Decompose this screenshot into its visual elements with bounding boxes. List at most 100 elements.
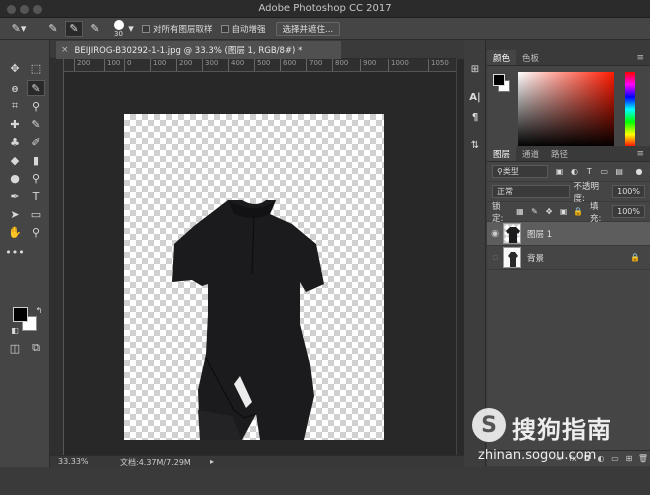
pixel-filter-icon[interactable]: ▣ <box>554 166 566 178</box>
lock-artboard-icon[interactable]: ▣ <box>558 206 570 218</box>
select-and-mask-button[interactable]: 选择并遮住... <box>275 21 341 36</box>
history-panel-icon[interactable]: ⊞ <box>466 60 484 78</box>
quick-mask-icon[interactable]: ◫ <box>6 340 24 356</box>
layer-row[interactable]: ◉ 图层 1 <box>487 222 650 246</box>
lock-position-icon[interactable]: ✥ <box>543 206 555 218</box>
tshirt-thumbnail <box>506 227 520 243</box>
eraser-tool-icon[interactable]: ◆ <box>6 152 24 168</box>
panel-menu-icon[interactable]: ≡ <box>636 149 644 159</box>
adjustment-filter-icon[interactable]: ◐ <box>569 166 581 178</box>
marquee-tool-icon[interactable]: ⬚ <box>27 60 45 76</box>
window-title: Adobe Photoshop CC 2017 <box>258 3 392 14</box>
foreground-color-swatch[interactable] <box>13 307 28 322</box>
brush-dot-icon <box>114 19 124 30</box>
sample-all-layers-checkbox[interactable] <box>142 24 150 33</box>
lock-image-icon[interactable]: ✎ <box>529 206 541 218</box>
more-tools-icon[interactable]: ••• <box>5 244 24 260</box>
panel-menu-icon[interactable]: ≡ <box>636 53 644 63</box>
options-bar: ✎▾ ✎ ✎ ✎ 30 ▾ 对所有图层取样 自动增强 选择并遮住... <box>0 18 650 40</box>
tool-preset-picker[interactable]: ✎▾ <box>10 21 28 37</box>
blend-mode-dropdown[interactable]: 正常 <box>492 185 570 198</box>
ruler-tick: 200 <box>74 59 90 71</box>
crop-tool-icon[interactable]: ⌗ <box>6 98 24 114</box>
visibility-eye-icon[interactable]: ◉ <box>487 229 503 239</box>
hand-tool-icon[interactable]: ✋ <box>6 224 24 240</box>
subtract-from-selection-brush-icon[interactable]: ✎ <box>86 21 104 37</box>
vertical-scrollbar[interactable] <box>456 59 464 455</box>
fill-field[interactable]: 100% <box>612 205 645 218</box>
tab-channels[interactable]: 通道 <box>516 146 545 161</box>
tools-panel: ✥ ⬚ ɵ ✎ ⌗ ⚲ ✚ ✎ ♣ ✐ ◆ ▮ ● ⚲ ✒ T ➤ ▭ ✋ ⚲ … <box>0 40 50 485</box>
dodge-tool-icon[interactable]: ⚲ <box>27 170 45 186</box>
sogou-logo-icon: S <box>472 408 506 442</box>
lock-all-icon[interactable]: 🔒 <box>572 206 584 218</box>
layer-name[interactable]: 图层 1 <box>527 228 552 240</box>
add-to-selection-brush-icon[interactable]: ✎ <box>65 20 83 37</box>
rectangle-tool-icon[interactable]: ▭ <box>27 206 45 222</box>
visibility-eye-icon[interactable]: ▫ <box>487 253 503 263</box>
ruler-tick: 1000 <box>388 59 409 71</box>
default-colors-icon[interactable]: ◧ <box>6 322 24 338</box>
swap-colors-icon[interactable]: ↰ <box>30 302 48 318</box>
foreground-color-swatch[interactable] <box>493 74 505 86</box>
tab-layers[interactable]: 图层 <box>487 146 517 161</box>
path-selection-icon[interactable]: ➤ <box>6 206 24 222</box>
canvas-area[interactable] <box>64 72 456 455</box>
lasso-tool-icon[interactable]: ɵ <box>6 80 24 96</box>
tab-color[interactable]: 颜色 <box>487 50 517 65</box>
status-menu-arrow-icon[interactable]: ▸ <box>210 457 214 466</box>
smart-object-filter-icon[interactable]: ▤ <box>613 166 625 178</box>
ruler-tick: 100 <box>104 59 120 71</box>
lock-transparent-icon[interactable]: ▦ <box>514 206 526 218</box>
layers-panel-tabs: 图层 通道 路径 ≡ <box>487 146 650 162</box>
zoom-tool-icon[interactable]: ⚲ <box>27 224 45 240</box>
screen-mode-icon[interactable]: ⧉ <box>27 340 45 356</box>
title-bar: Adobe Photoshop CC 2017 <box>0 0 650 18</box>
clone-stamp-icon[interactable]: ♣ <box>6 134 24 150</box>
gradient-tool-icon[interactable]: ▮ <box>27 152 45 168</box>
ruler-tick: 1050 <box>428 59 449 71</box>
zoom-level[interactable]: 33.33% <box>58 457 89 466</box>
eyedropper-tool-icon[interactable]: ⚲ <box>27 98 45 114</box>
adjustments-panel-icon[interactable]: ⇅ <box>466 136 484 154</box>
type-tool-icon[interactable]: T <box>27 188 45 204</box>
lock-icon: 🔒 <box>630 253 640 262</box>
healing-brush-icon[interactable]: ✚ <box>6 116 24 132</box>
vertical-ruler <box>50 59 64 455</box>
filter-kind-dropdown[interactable]: ⚲ 类型 <box>492 165 548 178</box>
auto-enhance-checkbox[interactable] <box>220 24 229 33</box>
history-brush-icon[interactable]: ✐ <box>27 134 45 150</box>
tab-swatches[interactable]: 色板 <box>516 50 545 65</box>
ruler-tick: 0 <box>124 59 131 71</box>
pen-tool-icon[interactable]: ✒ <box>6 188 24 204</box>
blend-mode-value: 正常 <box>497 187 513 196</box>
brush-size-picker[interactable]: 30 <box>112 19 126 39</box>
hue-slider[interactable] <box>625 72 635 147</box>
tab-paths[interactable]: 路径 <box>545 146 574 161</box>
document-tab[interactable]: × BEIJIROG-B30292-1-1.jpg @ 33.3% (图层 1,… <box>56 41 341 59</box>
close-tab-icon[interactable]: × <box>61 45 69 55</box>
layer-name[interactable]: 背景 <box>527 252 544 264</box>
layer-row[interactable]: ▫ 背景 🔒 <box>487 246 650 270</box>
color-picker-field[interactable] <box>518 72 614 147</box>
move-tool-icon[interactable]: ✥ <box>6 60 24 76</box>
opacity-field[interactable]: 100% <box>612 185 645 198</box>
character-panel-icon[interactable]: A| <box>466 88 484 106</box>
shape-filter-icon[interactable]: ▭ <box>598 166 610 178</box>
new-selection-brush-icon[interactable]: ✎ <box>44 21 62 37</box>
paragraph-panel-icon[interactable]: ¶ <box>466 108 484 126</box>
ruler-tick: 600 <box>280 59 296 71</box>
chevron-down-icon[interactable]: ▾ <box>126 21 136 37</box>
blur-tool-icon[interactable]: ● <box>6 170 24 186</box>
status-bar: 33.33% 文档:4.37M/7.29M ▸ <box>50 455 464 467</box>
brush-tool-icon[interactable]: ✎ <box>27 116 45 132</box>
quick-selection-tool-icon[interactable]: ✎ <box>27 80 45 96</box>
type-filter-icon[interactable]: T <box>583 166 595 178</box>
brush-size-value: 30 <box>114 29 123 38</box>
bottom-strip <box>0 467 650 495</box>
document-canvas[interactable] <box>124 114 384 440</box>
watermark-url: zhinan.sogou.com <box>478 448 597 463</box>
lock-row: 锁定: ▦ ✎ ✥ ▣ 🔒 填充: 100% <box>487 202 650 224</box>
sogou-watermark: S 搜狗指南 zhinan.sogou.com <box>466 404 650 464</box>
filter-toggle-icon[interactable]: ● <box>633 166 645 178</box>
